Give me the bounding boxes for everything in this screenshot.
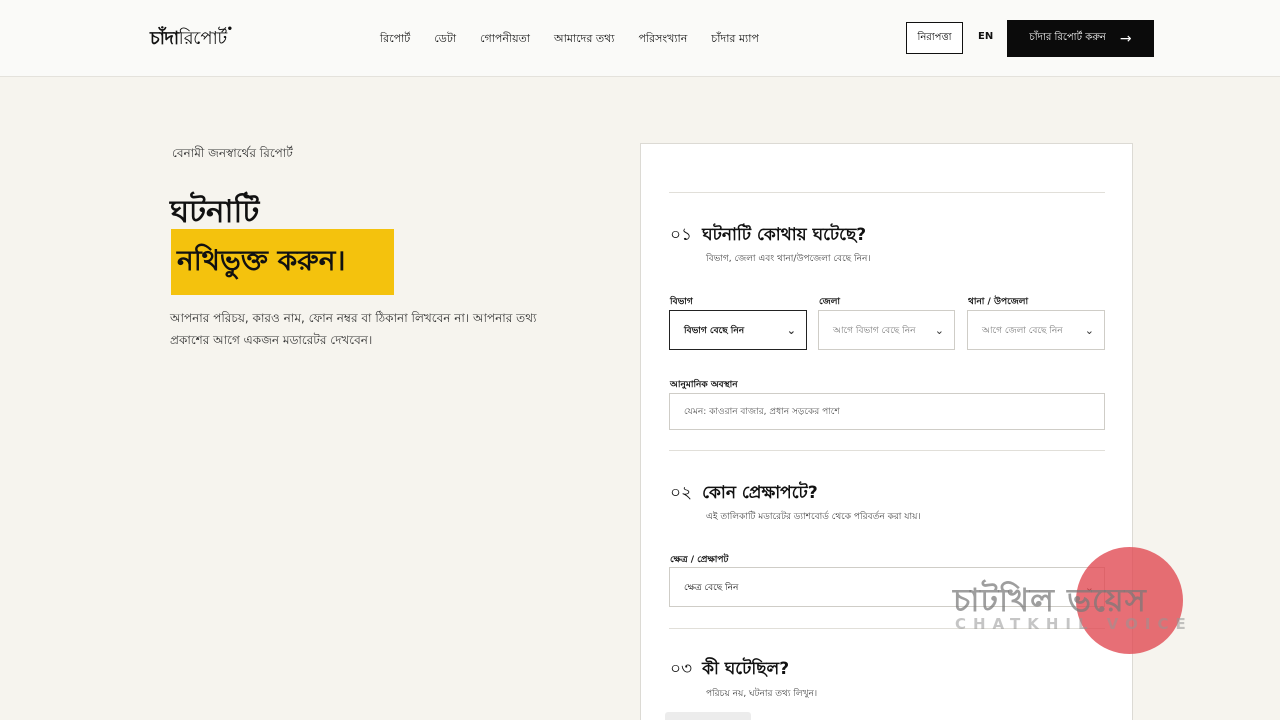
main-nav: রিপোর্ট ডেটা গোপনীয়তা আমাদের তথ্য পরিসং… [380, 30, 759, 49]
arrow-right-icon: → [1119, 30, 1132, 47]
logo-light-text: রিপোর্ট [178, 28, 228, 49]
section1-help: বিভাগ, জেলা এবং থানা/উপজেলা বেছে নিন। [706, 254, 871, 264]
nav-item-about[interactable]: আমাদের তথ্য [554, 30, 614, 49]
section-divider [669, 450, 1105, 451]
intro-description: আপনার পরিচয়, কারও নাম, ফোন নম্বর বা ঠিক… [170, 311, 537, 347]
section3-title-text: কী ঘটেছিল? [702, 659, 790, 679]
logo-dot: • [226, 24, 233, 35]
section2-title-text: কোন প্রেক্ষাপটে? [702, 483, 818, 503]
page-title-line2: নথিভুক্ত করুন। [177, 243, 346, 277]
section1-title-text: ঘটনাটি কোথায় ঘটেছে? [702, 225, 867, 245]
nav-item-privacy[interactable]: গোপনীয়তা [480, 30, 530, 49]
section1-title: ০১ ঘটনাটি কোথায় ঘটেছে? [670, 222, 866, 250]
site-logo[interactable]: চাঁদারিপোর্ট• [150, 24, 233, 55]
nav-item-data[interactable]: ডেটা [434, 30, 456, 49]
location-input-placeholder: যেমন: কাওরান বাজার, প্রধান সড়কের পাশে [684, 407, 840, 417]
sector-select-value: ক্ষেত্র বেছে নিন [684, 582, 739, 593]
thana-select[interactable]: আগে জেলা বেছে নিন ⌄ [967, 310, 1105, 350]
chevron-down-icon: ⌄ [1084, 323, 1094, 337]
district-select-value: আগে বিভাগ বেছে নিন [833, 325, 916, 336]
section3-option-stub[interactable] [665, 712, 751, 720]
watermark-subtext: CHATKHIL VOICE [955, 615, 1193, 633]
chevron-down-icon: ⌄ [786, 323, 796, 337]
district-label: জেলা [819, 297, 841, 307]
section-divider [669, 192, 1105, 193]
report-button-label: চাঁদার রিপোর্ট করুন [1029, 32, 1106, 43]
chevron-down-icon: ⌄ [934, 323, 944, 337]
section3-help: পরিচয় নয়, ঘটনার তথ্য লিখুন। [706, 689, 818, 699]
section3-title: ০৩ কী ঘটেছিল? [670, 656, 789, 684]
division-select[interactable]: বিভাগ বেছে নিন ⌄ [669, 310, 807, 350]
site-header: চাঁদারিপোর্ট• রিপোর্ট ডেটা গোপনীয়তা আমা… [0, 0, 1280, 77]
division-select-value: বিভাগ বেছে নিন [684, 325, 745, 336]
thana-select-value: আগে জেলা বেছে নিন [982, 325, 1063, 336]
safety-button[interactable]: নিরাপত্তা [906, 22, 963, 54]
page-eyebrow: বেনামী জনস্বার্থের রিপোর্ট [172, 146, 293, 160]
section3-number: ০৩ [670, 659, 693, 679]
page-title-highlight: নথিভুক্ত করুন। [171, 229, 394, 295]
division-label: বিভাগ [670, 297, 693, 307]
logo-bold-text: চাঁদা [150, 28, 179, 49]
section1-number: ০১ [670, 225, 693, 245]
location-label: আনুমানিক অবস্থান [670, 380, 738, 390]
language-toggle[interactable]: EN [978, 31, 993, 42]
section2-help: এই তালিকাটি মডারেটর ড্যাশবোর্ড থেকে পরিব… [706, 512, 921, 522]
nav-item-statistics[interactable]: পরিসংখ্যান [638, 30, 687, 49]
location-input[interactable]: যেমন: কাওরান বাজার, প্রধান সড়কের পাশে [669, 393, 1105, 430]
nav-item-report[interactable]: রিপোর্ট [380, 30, 410, 49]
sector-label: ক্ষেত্র / প্রেক্ষাপট [670, 555, 729, 565]
section2-title: ০২ কোন প্রেক্ষাপটে? [670, 480, 818, 508]
nav-item-map[interactable]: চাঁদার ম্যাপ [711, 30, 759, 49]
section2-number: ০২ [670, 483, 693, 503]
district-select[interactable]: আগে বিভাগ বেছে নিন ⌄ [818, 310, 955, 350]
thana-label: থানা / উপজেলা [968, 297, 1029, 307]
report-button[interactable]: চাঁদার রিপোর্ট করুন → [1007, 20, 1154, 57]
